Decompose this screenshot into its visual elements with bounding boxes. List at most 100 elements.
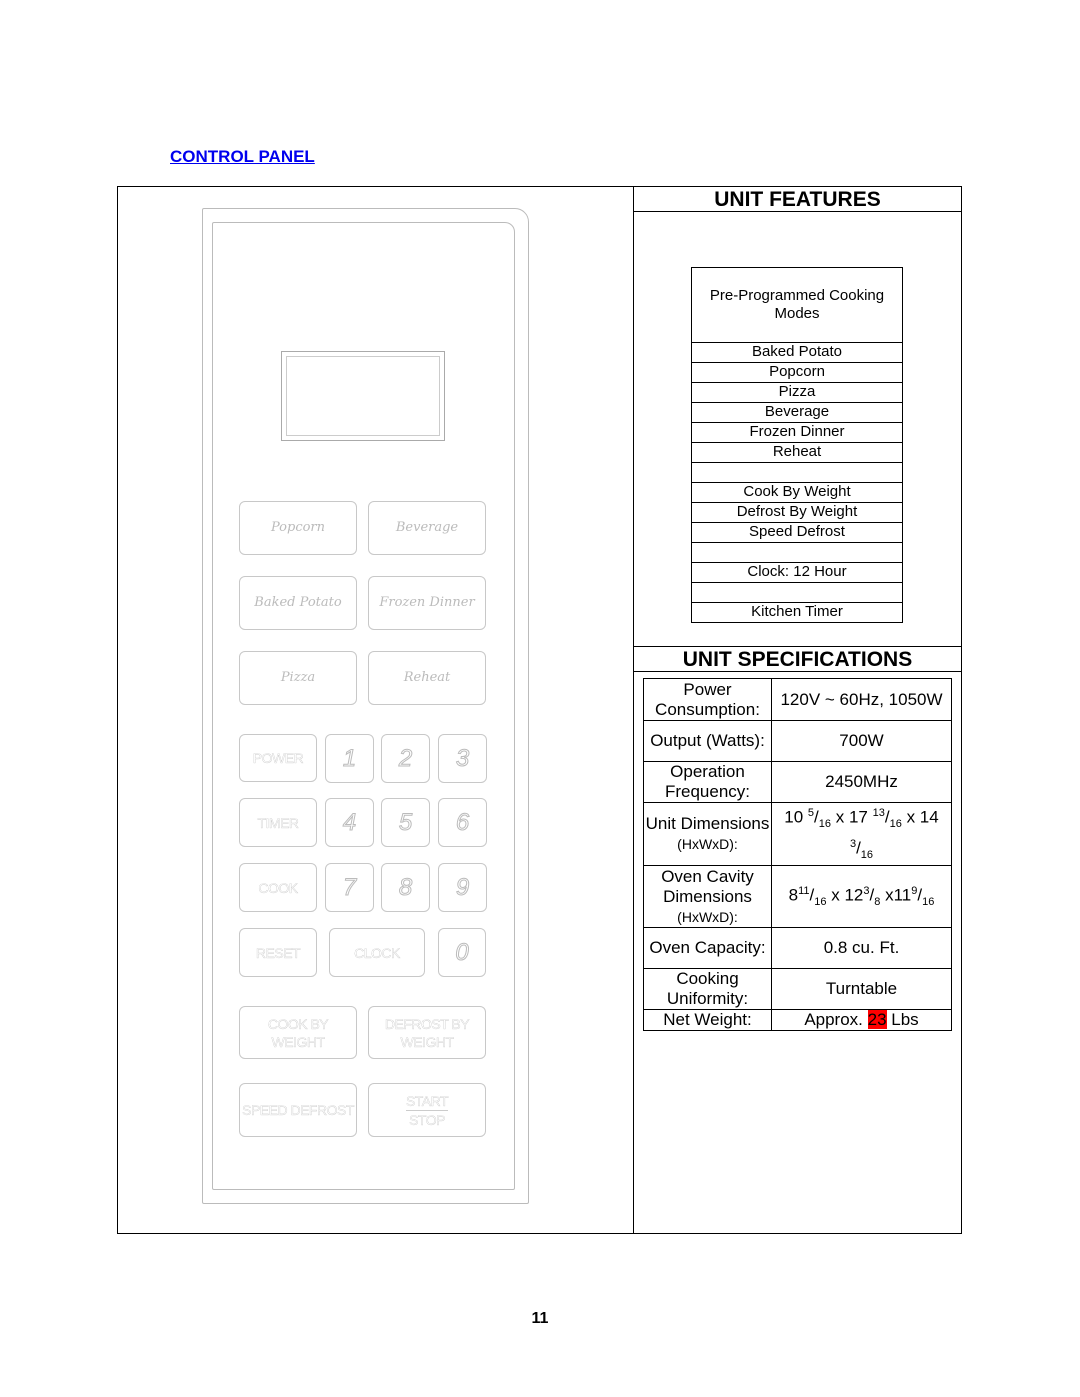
features-table: Pre-Programmed Cooking Modes Baked Potat… bbox=[691, 267, 903, 623]
spec-value-part: 16 bbox=[818, 818, 832, 831]
spec-value: Turntable bbox=[771, 968, 952, 1011]
spec-value: 10 5/16 x 17 13/16 x 14 3/16 bbox=[771, 801, 952, 867]
digit-button[interactable]: 1 bbox=[325, 734, 374, 783]
spec-value-part: Lbs bbox=[886, 1010, 919, 1030]
feature-row: Beverage bbox=[692, 403, 902, 423]
feature-row: Pizza bbox=[692, 383, 902, 403]
digit-button[interactable]: 9 bbox=[438, 863, 487, 912]
digit-button[interactable]: 4 bbox=[325, 798, 374, 847]
document-page: CONTROL PANEL Popcorn Beverage Baked Potat… bbox=[0, 0, 1080, 1397]
digit-button[interactable]: 8 bbox=[381, 863, 430, 912]
feature-row: Baked Potato bbox=[692, 343, 902, 363]
spec-value-part: 16 bbox=[889, 818, 902, 831]
spec-label-text: Oven Capacity: bbox=[649, 938, 766, 958]
spec-value: 120V ~ 60Hz, 1050W bbox=[771, 678, 952, 721]
spec-value-part: 700W bbox=[839, 731, 884, 750]
spec-row: Oven Cavity Dimensions (HxWxD): 811/16 x 1… bbox=[643, 865, 952, 929]
beverage-button[interactable]: Beverage bbox=[368, 501, 486, 555]
feature-row: Popcorn bbox=[692, 363, 902, 383]
control-panel-heading[interactable]: CONTROL PANEL bbox=[170, 147, 315, 167]
clock-button[interactable]: CLOCK bbox=[329, 928, 425, 977]
spec-value-part: x11 bbox=[880, 885, 912, 905]
spec-label-text: Unit Dimensions bbox=[645, 814, 770, 834]
spec-value-part: 2450MHz bbox=[825, 772, 898, 791]
spec-row: Cooking Uniformity: Turntable bbox=[643, 968, 952, 1011]
spec-label: Output (Watts): bbox=[643, 720, 772, 762]
spec-value: 700W bbox=[771, 720, 952, 762]
popcorn-button[interactable]: Popcorn bbox=[239, 501, 357, 555]
spec-value: 811/16 x 123/8 x119/16 bbox=[771, 865, 952, 929]
spec-row: Power Consumption: 120V ~ 60Hz, 1050W bbox=[643, 678, 952, 721]
feature-row: Clock: 12 Hour bbox=[692, 563, 902, 583]
spec-label-text: Net Weight: bbox=[663, 1010, 752, 1030]
column-divider bbox=[633, 186, 634, 1234]
spec-value-part: 16 bbox=[860, 849, 874, 862]
digit-button[interactable]: 7 bbox=[325, 863, 374, 912]
start-label: START bbox=[405, 1092, 449, 1111]
stop-label: STOP bbox=[409, 1111, 446, 1128]
spec-row: Operation Frequency: 2450MHz bbox=[643, 761, 952, 803]
cook-by-weight-button[interactable]: COOK BY WEIGHT bbox=[239, 1006, 357, 1059]
spec-label-text: Output (Watts): bbox=[650, 731, 765, 750]
digit-button[interactable]: 2 bbox=[381, 734, 430, 783]
baked-potato-button[interactable]: Baked Potato bbox=[239, 576, 357, 630]
spec-label: Net Weight: bbox=[643, 1009, 772, 1032]
spec-value-part: 120V ~ 60Hz, 1050W bbox=[780, 689, 943, 709]
speed-defrost-button[interactable]: SPEED DEFROST bbox=[239, 1083, 357, 1137]
specifications-table: Power Consumption: 120V ~ 60Hz, 1050W Outp… bbox=[643, 678, 952, 1032]
spec-row: Net Weight: Approx. 23 Lbs bbox=[643, 1009, 952, 1032]
spec-value-part: Approx. bbox=[804, 1010, 868, 1030]
spec-value-part: Turntable bbox=[825, 979, 898, 999]
feature-row: Kitchen Timer bbox=[751, 603, 843, 620]
feature-row bbox=[692, 543, 902, 563]
feature-row: Cook By Weight bbox=[692, 483, 902, 503]
spec-value-part: 0.8 cu. Ft. bbox=[823, 938, 900, 958]
spec-value-part: 13 bbox=[872, 807, 885, 819]
feature-row bbox=[692, 583, 902, 603]
unit-features-title: UNIT FEATURES bbox=[633, 186, 962, 212]
reheat-button[interactable]: Reheat bbox=[368, 651, 486, 705]
feature-row: Frozen Dinner bbox=[692, 423, 902, 443]
spec-row: Unit Dimensions (HxWxD): 10 5/16 x 17 13/1… bbox=[643, 801, 952, 867]
spec-value: 2450MHz bbox=[771, 761, 952, 803]
spec-label-unit: (HxWxD): bbox=[677, 908, 738, 925]
spec-label: Power Consumption: bbox=[643, 678, 772, 721]
feature-row: Reheat bbox=[692, 443, 902, 463]
reset-button[interactable]: RESET bbox=[239, 928, 317, 977]
spec-value-part: 23 bbox=[867, 1010, 887, 1030]
spec-label-text: Oven Cavity Dimensions bbox=[661, 866, 754, 906]
feature-row: Defrost By Weight bbox=[692, 503, 902, 523]
pizza-button[interactable]: Pizza bbox=[239, 651, 357, 705]
frozen-dinner-button[interactable]: Frozen Dinner bbox=[368, 576, 486, 630]
feature-row bbox=[692, 463, 902, 483]
spec-label: Operation Frequency: bbox=[643, 761, 772, 803]
timer-button[interactable]: TIMER bbox=[239, 798, 317, 847]
spec-label: Cooking Uniformity: bbox=[643, 968, 772, 1011]
digit-button[interactable]: 6 bbox=[438, 798, 487, 847]
power-button[interactable]: POWER bbox=[239, 734, 317, 782]
display-window bbox=[281, 351, 445, 441]
unit-specifications-title: UNIT SPECIFICATIONS bbox=[633, 646, 962, 672]
start-stop-button[interactable]: START STOP bbox=[368, 1083, 486, 1137]
spec-label: Oven Capacity: bbox=[643, 927, 772, 970]
spec-value: Approx. 23 Lbs bbox=[771, 1009, 952, 1032]
spec-label-unit: (HxWxD): bbox=[677, 836, 738, 853]
spec-label-text: Operation Frequency: bbox=[664, 762, 751, 801]
spec-label-text: Power Consumption: bbox=[655, 679, 760, 719]
digit-button[interactable]: 3 bbox=[438, 734, 487, 783]
spec-label-text: Cooking Uniformity: bbox=[666, 969, 749, 1009]
defrost-by-weight-button[interactable]: DEFROST BY WEIGHT bbox=[368, 1006, 486, 1059]
spec-value-part: x 17 bbox=[831, 807, 873, 827]
spec-value-part: x 12 bbox=[826, 885, 864, 905]
spec-row: Oven Capacity: 0.8 cu. Ft. bbox=[643, 927, 952, 970]
spec-value-part: 11 bbox=[798, 885, 810, 898]
spec-row: Output (Watts): 700W bbox=[643, 720, 952, 762]
digit-button[interactable]: 0 bbox=[438, 928, 486, 977]
digit-button[interactable]: 5 bbox=[381, 798, 430, 847]
spec-label: Oven Cavity Dimensions (HxWxD): bbox=[643, 865, 772, 929]
page-number: 11 bbox=[531, 1310, 549, 1327]
spec-value-part: 16 bbox=[814, 896, 827, 909]
spec-value-part: 16 bbox=[922, 896, 935, 909]
spec-value-part: x 14 bbox=[901, 807, 939, 827]
cook-button[interactable]: COOK bbox=[239, 863, 317, 912]
